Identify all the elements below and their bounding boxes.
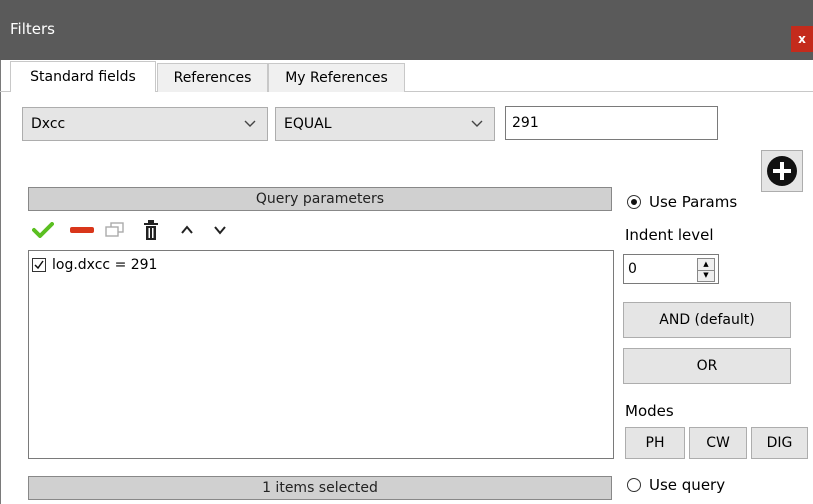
add-filter-button[interactable] xyxy=(761,150,803,192)
radio-selected-icon xyxy=(627,195,641,209)
spin-up-icon[interactable]: ▲ xyxy=(698,259,714,270)
or-button-label: OR xyxy=(696,358,718,374)
chevron-down-icon xyxy=(214,226,226,235)
tab-references[interactable]: References xyxy=(157,63,268,92)
enable-button[interactable] xyxy=(30,216,56,244)
tab-standard-fields[interactable]: Standard fields xyxy=(10,61,156,92)
mode-cw-button[interactable]: CW xyxy=(689,427,747,459)
and-button-label: AND (default) xyxy=(659,312,755,328)
tab-my-references[interactable]: My References xyxy=(268,63,405,92)
item-checkbox[interactable] xyxy=(32,258,46,272)
query-parameters-header: Query parameters xyxy=(28,187,612,211)
window-title: Filters xyxy=(10,20,55,38)
use-query-label: Use query xyxy=(649,476,726,494)
chevron-down-icon xyxy=(244,120,256,127)
mode-label: PH xyxy=(645,435,665,451)
mode-label: CW xyxy=(706,435,730,451)
modes-label: Modes xyxy=(625,402,674,420)
chevron-up-icon xyxy=(181,225,193,234)
indent-level-label: Indent level xyxy=(625,226,714,244)
status-bar: 1 items selected xyxy=(28,476,612,500)
spin-down-icon[interactable]: ▼ xyxy=(698,269,714,282)
and-button[interactable]: AND (default) xyxy=(623,302,791,338)
value-input[interactable] xyxy=(505,106,718,140)
use-params-label: Use Params xyxy=(649,193,738,211)
radio-unselected-icon xyxy=(627,478,641,492)
checkmark-icon xyxy=(34,260,44,270)
minus-icon xyxy=(70,227,94,233)
trash-icon xyxy=(144,220,158,240)
plus-circle-icon xyxy=(767,156,797,186)
move-up-button[interactable] xyxy=(175,216,199,244)
close-icon: x xyxy=(798,32,806,46)
item-label: log.dxcc = 291 xyxy=(52,257,158,273)
chevron-down-icon xyxy=(471,120,483,127)
indent-level-spinner[interactable]: 0 ▲ ▼ xyxy=(623,254,719,284)
query-list[interactable]: log.dxcc = 291 xyxy=(28,250,614,459)
or-button[interactable]: OR xyxy=(623,348,791,384)
delete-button[interactable] xyxy=(139,216,163,244)
mode-ph-button[interactable]: PH xyxy=(625,427,685,459)
duplicate-button[interactable] xyxy=(103,216,127,244)
check-icon xyxy=(32,222,54,238)
operator-select-value: EQUAL xyxy=(284,116,332,132)
close-button[interactable]: x xyxy=(791,26,813,52)
move-down-button[interactable] xyxy=(208,216,232,244)
operator-select[interactable]: EQUAL xyxy=(275,107,495,141)
tab-label: References xyxy=(173,70,252,86)
title-bar xyxy=(0,0,813,60)
use-query-radio[interactable]: Use query xyxy=(627,476,725,494)
header-label: Query parameters xyxy=(255,191,385,207)
mode-label: DIG xyxy=(766,435,793,451)
use-params-radio[interactable]: Use Params xyxy=(627,193,737,211)
copy-icon xyxy=(105,222,124,237)
field-select[interactable]: Dxcc xyxy=(22,107,268,141)
indent-level-value[interactable]: 0 xyxy=(628,261,637,277)
tab-label: Standard fields xyxy=(30,69,136,85)
status-text: 1 items selected xyxy=(262,480,378,496)
remove-button[interactable] xyxy=(68,216,96,244)
field-select-value: Dxcc xyxy=(31,116,66,132)
tab-label: My References xyxy=(285,70,388,86)
list-item[interactable]: log.dxcc = 291 xyxy=(32,257,157,273)
mode-dig-button[interactable]: DIG xyxy=(751,427,808,459)
